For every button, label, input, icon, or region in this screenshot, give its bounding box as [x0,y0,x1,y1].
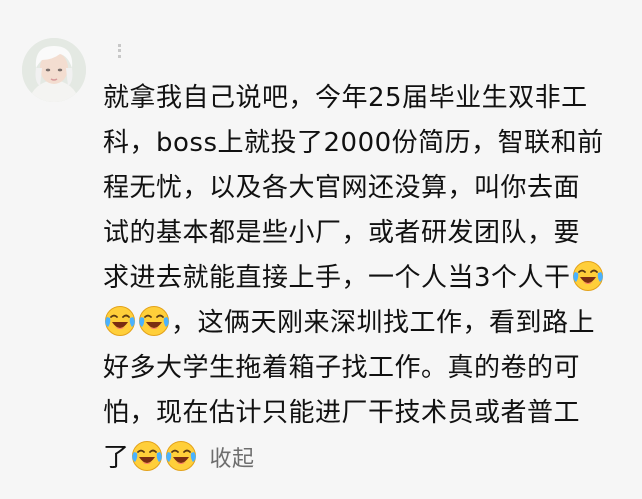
avatar[interactable] [22,38,86,102]
collapse-button[interactable]: 收起 [210,447,255,472]
comment-line: ，这俩天刚来深圳找工作，看到路上 [103,301,627,346]
avatar-image [22,38,86,102]
comment-text: 就拿我自己说吧，今年25届毕业生双非工 科，boss上就投了2000份简历，智联… [103,76,627,481]
comment-line: 就拿我自己说吧，今年25届毕业生双非工 [103,83,588,113]
laughing-crying-emoji-icon [571,260,604,292]
comment-line: 了收起 [103,436,627,481]
laughing-crying-emoji-icon [164,440,197,472]
reply-thread-marker [118,44,124,58]
comment-line: 怕，现在估计只能进厂干技术员或者普工 [103,398,581,428]
comment-line: 求进去就能直接上手，一个人当3个人干 [103,256,627,301]
comment-card: 就拿我自己说吧，今年25届毕业生双非工 科，boss上就投了2000份简历，智联… [0,0,642,499]
comment-line: 好多大学生拖着箱子找工作。真的卷的可 [103,353,581,383]
laughing-crying-emoji-icon [104,305,136,337]
comment-line: 科，boss上就投了2000份简历，智联和前 [103,128,604,158]
laughing-crying-emoji-icon [138,305,170,337]
comment-line: 试的基本都是些小厂，或者研发团队，要 [103,218,581,248]
comment-line: 程无忧，以及各大官网还没算，叫你去面 [103,173,581,203]
laughing-crying-emoji-icon [130,440,163,472]
